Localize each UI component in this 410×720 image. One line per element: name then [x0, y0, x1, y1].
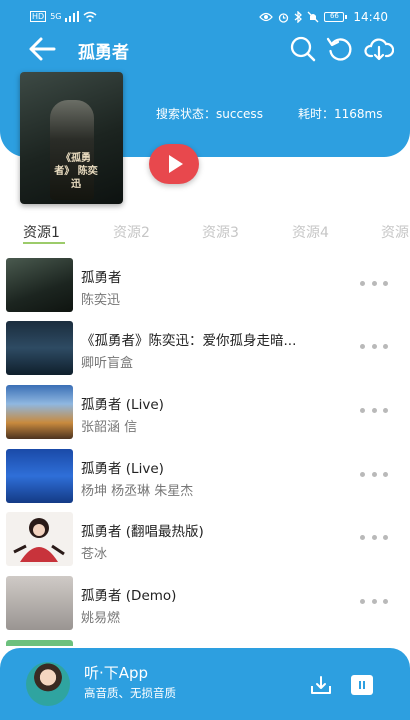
app-promo-bar[interactable]: 听·下App 高音质、无损音质 — [0, 648, 410, 720]
page-title: 孤勇者 — [78, 43, 129, 63]
cloud-download-icon[interactable] — [364, 35, 394, 63]
list-item[interactable]: 《孤勇者》陈奕迅：爱你孤身走暗... 卿听盲盒 — [0, 317, 410, 379]
tab-source-1[interactable]: 资源1 — [23, 222, 60, 242]
list-item[interactable]: 孤勇者 陈奕迅 — [0, 254, 410, 316]
play-button[interactable] — [149, 144, 199, 184]
hd-indicator: HD — [30, 11, 47, 22]
search-icon[interactable] — [289, 35, 317, 63]
top-bar: 孤勇者 — [0, 34, 410, 64]
active-tab-indicator — [23, 242, 65, 244]
list-item[interactable]: 孤勇者 (Demo) 姚易燃 — [0, 572, 410, 634]
song-title: 孤勇者 (Live) — [81, 397, 164, 413]
list-item[interactable]: 孤勇者 (Live) 杨坤 杨丞琳 朱星杰 — [0, 445, 410, 507]
more-options-icon[interactable] — [360, 339, 388, 353]
mute-icon — [307, 11, 319, 23]
song-title: 孤勇者 — [81, 270, 122, 286]
more-options-icon[interactable] — [360, 467, 388, 481]
search-elapsed-time: 耗时：1168ms — [298, 107, 383, 121]
more-options-icon[interactable] — [360, 594, 388, 608]
list-item[interactable]: 孤勇者 (Live) 张韶涵 信 — [0, 381, 410, 443]
song-title: 孤勇者 (Demo) — [81, 588, 177, 604]
clock: 14:40 — [353, 10, 388, 24]
album-cover: 《孤勇者》 陈奕迅 — [20, 72, 123, 204]
app-description: 高音质、无损音质 — [84, 686, 176, 700]
app-avatar — [26, 662, 70, 706]
song-artist: 张韶涵 信 — [81, 420, 138, 435]
alarm-icon — [279, 12, 289, 23]
wifi-icon — [84, 11, 97, 22]
song-title: 《孤勇者》陈奕迅：爱你孤身走暗... — [81, 333, 297, 349]
more-options-icon[interactable] — [360, 530, 388, 544]
eye-icon — [259, 12, 274, 22]
tab-source-2[interactable]: 资源2 — [113, 222, 150, 242]
network-indicator: 5G — [50, 12, 62, 21]
song-thumbnail — [6, 576, 73, 630]
song-artist: 姚易燃 — [81, 611, 121, 626]
refresh-icon[interactable] — [326, 35, 354, 63]
song-title: 孤勇者 (翻唱最热版) — [81, 524, 204, 540]
song-thumbnail — [6, 258, 73, 312]
list-item[interactable]: 孤勇者 (翻唱最热版) 苍冰 — [0, 508, 410, 570]
song-artist: 陈奕迅 — [81, 293, 121, 308]
tab-source-4[interactable]: 资源4 — [292, 222, 329, 242]
source-tabs: 资源1 资源2 资源3 资源4 资源 — [0, 218, 410, 244]
search-status: 搜索状态：success — [156, 107, 263, 121]
song-artist: 卿听盲盒 — [81, 356, 134, 371]
song-thumbnail — [6, 385, 73, 439]
song-artist: 杨坤 杨丞琳 朱星杰 — [81, 484, 194, 499]
song-artist: 苍冰 — [81, 547, 108, 562]
more-options-icon[interactable] — [360, 403, 388, 417]
app-name: 听·下App — [84, 664, 149, 682]
status-bar: HD 5G 66 14:40 — [0, 0, 410, 34]
song-title: 孤勇者 (Live) — [81, 461, 164, 477]
pause-button[interactable] — [351, 675, 373, 695]
more-options-icon[interactable] — [360, 276, 388, 290]
song-thumbnail — [6, 449, 73, 503]
battery-icon: 66 — [324, 12, 348, 22]
anime-girl-illustration — [13, 518, 65, 562]
play-icon — [169, 155, 183, 173]
download-icon[interactable] — [310, 674, 332, 696]
signal-icon — [65, 11, 80, 22]
back-arrow-icon[interactable] — [28, 36, 56, 62]
song-thumbnail — [6, 321, 73, 375]
cover-title-text: 《孤勇者》 陈奕迅 — [54, 153, 98, 190]
next-item-thumbnail-edge — [6, 640, 73, 646]
song-thumbnail — [6, 512, 73, 566]
tab-source-5[interactable]: 资源 — [381, 222, 409, 242]
bluetooth-icon — [294, 11, 303, 23]
tab-source-3[interactable]: 资源3 — [202, 222, 239, 242]
